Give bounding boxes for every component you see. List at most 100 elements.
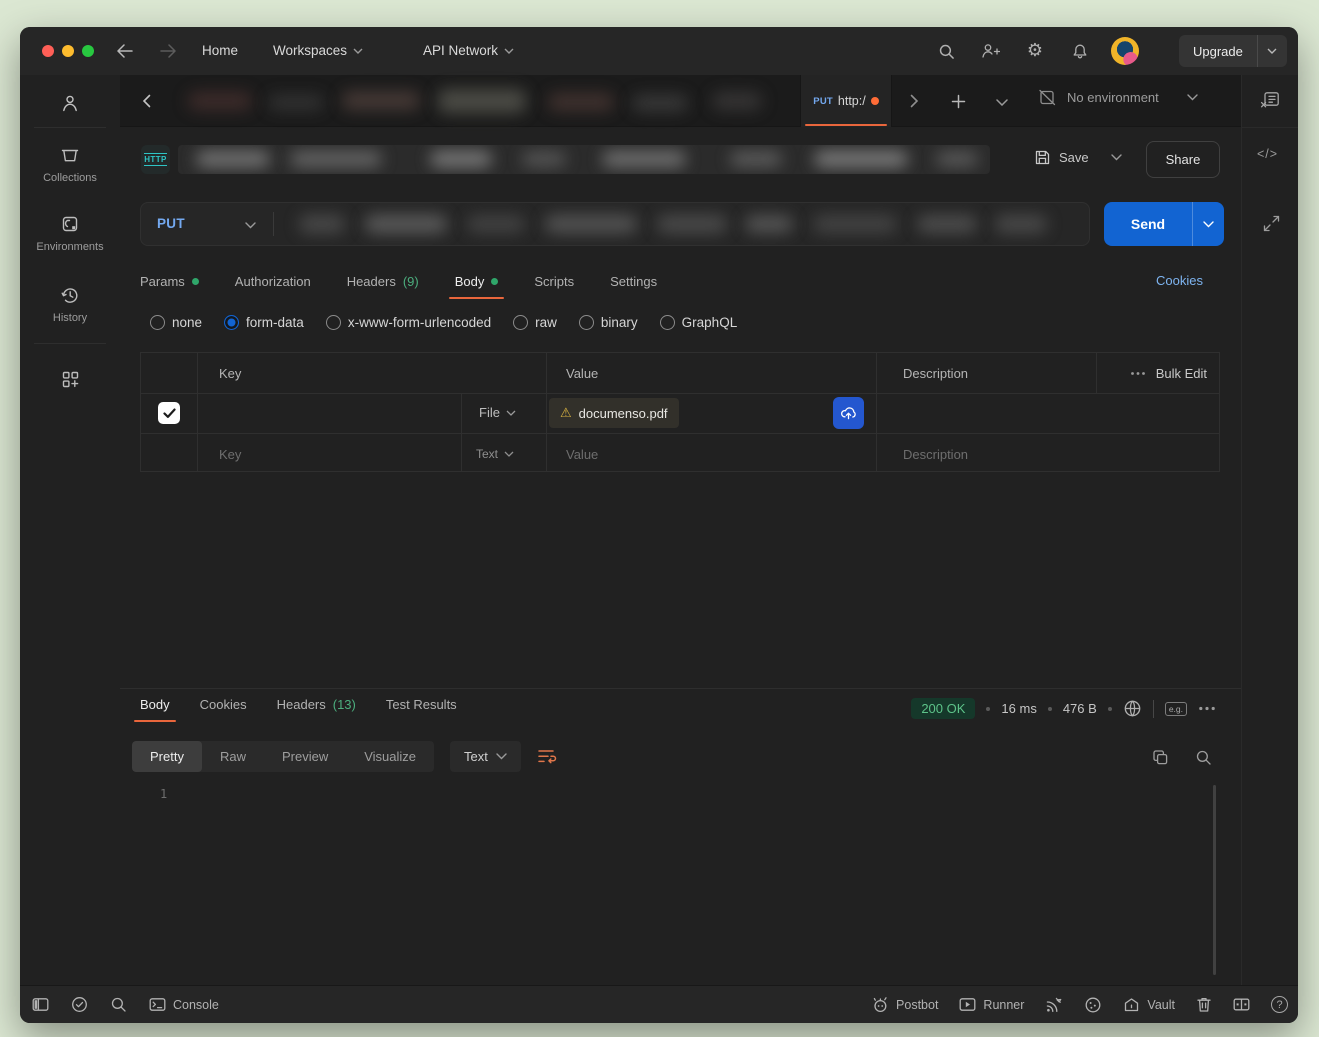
response-divider[interactable] xyxy=(120,688,1241,689)
tab-options-chevron-icon[interactable] xyxy=(988,88,1016,116)
tab-authorization[interactable]: Authorization xyxy=(235,274,311,291)
maximize-window-button[interactable] xyxy=(82,45,94,57)
method-selector[interactable]: PUT xyxy=(157,216,185,231)
toggle-sidebar-icon[interactable] xyxy=(32,997,49,1012)
trash-icon[interactable] xyxy=(1196,996,1212,1013)
console-button[interactable]: Console xyxy=(149,997,219,1012)
active-request-tab[interactable]: PUT http:/ xyxy=(800,75,892,127)
response-more-options-icon[interactable] xyxy=(1198,706,1216,711)
cookies-icon[interactable] xyxy=(1084,996,1102,1014)
selected-file-chip[interactable]: ⚠ documenso.pdf xyxy=(549,398,679,428)
row-description-input[interactable] xyxy=(886,401,1086,425)
wrap-lines-icon[interactable] xyxy=(537,748,557,765)
row-type-dropdown-file[interactable]: File xyxy=(479,405,516,420)
row-checkbox-checked[interactable] xyxy=(158,402,180,424)
network-globe-icon[interactable] xyxy=(1123,699,1142,718)
send-button[interactable]: Send xyxy=(1104,202,1224,246)
vault-button[interactable]: Vault xyxy=(1123,997,1175,1013)
upgrade-chevron[interactable] xyxy=(1257,35,1287,67)
radio-x-www-form-urlencoded[interactable]: x-www-form-urlencoded xyxy=(326,315,491,330)
save-control[interactable]: Save xyxy=(1034,149,1122,166)
row-key-input[interactable] xyxy=(207,401,453,425)
runner-button[interactable]: Runner xyxy=(959,997,1024,1012)
cookies-link[interactable]: Cookies xyxy=(1156,273,1203,288)
blurred-tab[interactable] xyxy=(632,95,688,111)
environment-quick-look-icon[interactable] xyxy=(1256,86,1284,114)
nav-api-network[interactable]: API Network xyxy=(423,43,514,58)
row-type-dropdown-text[interactable]: Text xyxy=(476,447,514,461)
add-user-icon[interactable] xyxy=(976,37,1004,65)
tab-scripts[interactable]: Scripts xyxy=(534,274,574,291)
view-mode-raw[interactable]: Raw xyxy=(202,741,264,772)
sidebar-item-history[interactable]: History xyxy=(20,285,120,324)
blurred-tab[interactable] xyxy=(712,92,762,110)
back-icon[interactable] xyxy=(110,37,138,65)
view-mode-pretty[interactable]: Pretty xyxy=(132,741,202,772)
response-tab-body[interactable]: Body xyxy=(140,697,170,714)
help-icon[interactable]: ? xyxy=(1271,996,1288,1013)
copy-icon[interactable] xyxy=(1152,749,1169,766)
request-name-blurred[interactable] xyxy=(178,145,990,174)
upgrade-button[interactable]: Upgrade xyxy=(1179,35,1287,67)
response-format-dropdown[interactable]: Text xyxy=(450,741,521,772)
value-placeholder[interactable]: Value xyxy=(566,447,598,462)
upload-file-button[interactable] xyxy=(833,397,864,429)
forward-icon[interactable] xyxy=(154,37,182,65)
response-time[interactable]: 16 ms xyxy=(1001,701,1036,716)
blurred-tab[interactable] xyxy=(188,92,252,110)
environment-selector[interactable]: No environment xyxy=(1038,89,1198,106)
radio-none[interactable]: none xyxy=(150,315,202,330)
radio-graphql[interactable]: GraphQL xyxy=(660,315,738,330)
nav-home[interactable]: Home xyxy=(202,43,238,58)
blurred-tab[interactable] xyxy=(268,95,324,110)
tab-params[interactable]: Params xyxy=(140,274,199,291)
user-profile-icon[interactable] xyxy=(59,92,81,114)
save-options-chevron-icon[interactable] xyxy=(1111,154,1122,161)
response-tab-headers[interactable]: Headers(13) xyxy=(277,697,356,714)
more-options-dots-icon[interactable] xyxy=(1130,371,1146,376)
key-placeholder[interactable]: Key xyxy=(219,447,241,462)
tab-headers[interactable]: Headers(9) xyxy=(347,274,419,291)
settings-gear-icon[interactable]: ⚙ xyxy=(1021,36,1049,64)
response-tab-cookies[interactable]: Cookies xyxy=(200,697,247,714)
radio-binary[interactable]: binary xyxy=(579,315,638,330)
expand-resize-icon[interactable] xyxy=(1257,209,1285,237)
share-button[interactable]: Share xyxy=(1146,141,1220,178)
search-icon[interactable] xyxy=(932,37,960,65)
capture-requests-icon[interactable] xyxy=(1045,996,1063,1013)
postbot-button[interactable]: Postbot xyxy=(871,996,938,1013)
view-mode-preview[interactable]: Preview xyxy=(264,741,346,772)
next-tab-chevron-icon[interactable] xyxy=(900,87,928,115)
code-snippet-icon[interactable]: </> xyxy=(1257,147,1278,161)
tab-settings[interactable]: Settings xyxy=(610,274,657,291)
blurred-tab[interactable] xyxy=(342,91,420,110)
two-pane-layout-icon[interactable] xyxy=(1233,997,1250,1012)
find-icon[interactable] xyxy=(110,996,127,1013)
description-placeholder[interactable]: Description xyxy=(903,447,968,462)
save-as-example-icon[interactable]: e.g. xyxy=(1165,702,1187,716)
response-scrollbar[interactable] xyxy=(1213,785,1216,975)
sidebar-item-environments[interactable]: Environments xyxy=(20,214,120,253)
response-size[interactable]: 476 B xyxy=(1063,701,1097,716)
blurred-tab[interactable] xyxy=(548,93,614,111)
bulk-edit-button[interactable]: Bulk Edit xyxy=(1156,366,1207,381)
nav-workspaces[interactable]: Workspaces xyxy=(273,43,363,58)
sidebar-item-collections[interactable]: Collections xyxy=(20,145,120,184)
blurred-tab[interactable] xyxy=(438,89,526,113)
send-options-chevron[interactable] xyxy=(1192,202,1224,246)
avatar[interactable] xyxy=(1111,37,1139,65)
status-check-icon[interactable] xyxy=(71,996,88,1013)
scroll-tabs-left-icon[interactable] xyxy=(132,87,160,115)
create-new-grid-icon[interactable] xyxy=(60,369,81,390)
notifications-bell-icon[interactable] xyxy=(1066,37,1094,65)
radio-form-data[interactable]: form-data xyxy=(224,315,304,330)
tab-body[interactable]: Body xyxy=(455,274,499,291)
close-window-button[interactable] xyxy=(42,45,54,57)
search-in-body-icon[interactable] xyxy=(1195,749,1212,766)
new-tab-plus-icon[interactable] xyxy=(944,87,972,115)
view-mode-visualize[interactable]: Visualize xyxy=(346,741,434,772)
status-code-badge[interactable]: 200 OK xyxy=(911,698,975,719)
url-input[interactable]: PUT xyxy=(140,202,1090,246)
response-tab-test-results[interactable]: Test Results xyxy=(386,697,457,714)
radio-raw[interactable]: raw xyxy=(513,315,557,330)
